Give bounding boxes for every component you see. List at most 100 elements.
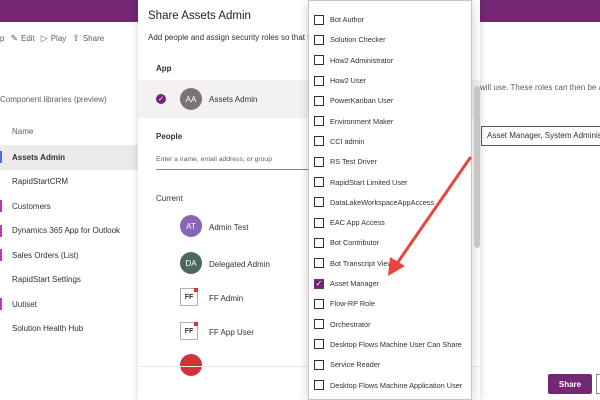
checkbox-icon[interactable] bbox=[314, 339, 324, 350]
play-icon: ▷ bbox=[40, 32, 48, 43]
app-color-bar bbox=[0, 151, 2, 163]
role-option[interactable]: Environment Maker bbox=[309, 111, 471, 131]
security-role-dropdown[interactable]: Bot Author Solution Checker How2 Administr… bbox=[308, 0, 472, 400]
checkbox-icon[interactable] bbox=[314, 14, 324, 25]
checkbox-icon[interactable] bbox=[314, 177, 324, 188]
person-name: FF Admin bbox=[209, 294, 244, 303]
role-option[interactable]: DataLakeWorkspaceAppAccess bbox=[309, 192, 471, 212]
role-option[interactable]: RS Test Driver bbox=[309, 152, 471, 172]
checkbox-icon[interactable] bbox=[314, 359, 324, 370]
role-option[interactable]: Bot Author bbox=[309, 10, 471, 30]
share-command-button[interactable]: ⇪ Share bbox=[72, 33, 104, 44]
role-option[interactable]: Flow-RP Role bbox=[309, 294, 471, 314]
checkbox-icon[interactable] bbox=[314, 34, 324, 45]
name-column-header[interactable]: Name bbox=[12, 127, 33, 136]
person-name: Delegated Admin bbox=[209, 260, 270, 269]
role-option[interactable]: Bot Transcript Viewer bbox=[309, 253, 471, 273]
people-search-input[interactable]: Enter a name, email address, or group bbox=[156, 152, 308, 170]
share-button[interactable]: Share bbox=[548, 374, 592, 394]
app-list-item[interactable]: RapidStartCRM bbox=[0, 170, 138, 195]
role-option-label: Orchestrator bbox=[330, 319, 371, 329]
scrollbar-thumb[interactable] bbox=[474, 86, 480, 248]
app-list-item[interactable]: Assets Admin bbox=[0, 145, 138, 170]
checkbox-icon[interactable] bbox=[314, 75, 324, 86]
app-color-bar bbox=[0, 200, 2, 212]
role-option-label: RapidStart Limited User bbox=[330, 177, 408, 187]
app-list-item-label: Assets Admin bbox=[12, 152, 66, 162]
checkbox-icon[interactable] bbox=[314, 319, 324, 330]
role-option-label: How2 User bbox=[330, 76, 367, 86]
role-option-label: Bot Transcript Viewer bbox=[330, 258, 400, 268]
role-option[interactable]: How2 User bbox=[309, 70, 471, 90]
person-avatar: DA bbox=[180, 252, 202, 274]
app-section-heading: App bbox=[156, 64, 172, 73]
panel-subtitle: Add people and assign security roles so … bbox=[148, 33, 319, 42]
edit-button[interactable]: ✎ Edit bbox=[10, 33, 34, 44]
role-option-label: Desktop Flows Machine User Can Share bbox=[330, 339, 462, 349]
checkbox-checked-icon[interactable]: ✓ bbox=[314, 278, 324, 289]
role-option-label: PowerKanban User bbox=[330, 96, 394, 106]
checkbox-icon[interactable] bbox=[314, 197, 324, 208]
checkbox-icon[interactable] bbox=[314, 217, 324, 228]
panel-title: Share Assets Admin bbox=[148, 10, 251, 22]
app-list-item-label: Uutiset bbox=[12, 299, 37, 309]
role-option[interactable]: How2 Administrator bbox=[309, 50, 471, 70]
breadcrumb[interactable]: Component libraries (preview) bbox=[0, 95, 107, 104]
app-user-icon: FF bbox=[180, 322, 198, 340]
app-color-bar bbox=[0, 323, 2, 335]
role-option-label: Service Reader bbox=[330, 360, 381, 370]
role-option-label: Flow-RP Role bbox=[330, 299, 375, 309]
checkbox-icon[interactable] bbox=[314, 116, 324, 127]
role-option[interactable]: EAC App Access bbox=[309, 213, 471, 233]
app-color-bar bbox=[0, 224, 2, 237]
app-list: Assets Admin RapidStartCRM Customers Dynami… bbox=[0, 145, 138, 341]
role-option[interactable]: Solution Checker bbox=[309, 30, 471, 50]
role-option-label: How2 Administrator bbox=[330, 55, 394, 65]
app-list-item[interactable]: Dynamics 365 App for Outlook bbox=[0, 219, 138, 244]
app-list-item-label: Customers bbox=[12, 201, 51, 211]
role-option[interactable]: RapidStart Limited User bbox=[309, 172, 471, 192]
role-option[interactable]: Desktop Flows Machine User Can Share bbox=[309, 334, 471, 354]
description-text: will use. These roles can then be assi bbox=[480, 83, 600, 92]
role-option[interactable]: ✓ Asset Manager bbox=[309, 273, 471, 293]
command-bar: p ✎ Edit ▷ Play ⇪ Share bbox=[0, 22, 140, 54]
app-color-bar bbox=[0, 176, 2, 188]
role-option[interactable]: PowerKanban User bbox=[309, 91, 471, 111]
app-user-icon: FF bbox=[180, 288, 198, 306]
checkbox-icon[interactable] bbox=[314, 380, 324, 391]
app-list-item-label: Dynamics 365 App for Outlook bbox=[12, 226, 121, 236]
checkbox-icon[interactable] bbox=[314, 156, 324, 167]
dropdown-scrollbar[interactable] bbox=[474, 0, 480, 400]
play-button[interactable]: ▷ Play bbox=[41, 33, 66, 44]
role-option-label: Desktop Flows Machine Application User bbox=[330, 380, 463, 390]
checkbox-icon[interactable] bbox=[314, 237, 324, 248]
checkbox-icon[interactable] bbox=[314, 55, 324, 66]
app-list-item[interactable]: Uutiset bbox=[0, 292, 138, 317]
role-option-label: Environment Maker bbox=[330, 116, 394, 126]
role-option[interactable]: Orchestrator bbox=[309, 314, 471, 334]
checkbox-icon[interactable] bbox=[314, 136, 324, 147]
share-icon: ⇪ bbox=[72, 32, 80, 43]
command-partial[interactable]: p bbox=[0, 34, 4, 43]
role-option-label: Asset Manager bbox=[330, 279, 380, 289]
role-option[interactable]: Help Page Author bbox=[309, 395, 471, 399]
app-list-item-label: RapidStartCRM bbox=[12, 177, 69, 187]
checkbox-icon[interactable] bbox=[314, 258, 324, 269]
app-color-bar bbox=[0, 274, 2, 286]
app-list-item[interactable]: Sales Orders (List) bbox=[0, 243, 138, 268]
person-avatar: AT bbox=[180, 215, 202, 237]
role-option-label: DataLakeWorkspaceAppAccess bbox=[330, 197, 435, 207]
app-list-item-label: Sales Orders (List) bbox=[12, 250, 79, 260]
app-list-item[interactable]: Customers bbox=[0, 194, 138, 219]
checkbox-icon[interactable] bbox=[314, 298, 324, 309]
app-list-item[interactable]: Solution Health Hub bbox=[0, 317, 138, 342]
role-option[interactable]: Bot Contributor bbox=[309, 233, 471, 253]
role-option[interactable]: Desktop Flows Machine Application User bbox=[309, 375, 471, 395]
role-option[interactable]: Service Reader bbox=[309, 355, 471, 375]
app-list-item-label: Solution Health Hub bbox=[12, 324, 84, 334]
checkbox-icon[interactable] bbox=[314, 95, 324, 106]
security-role-field[interactable]: Asset Manager, System Administrat bbox=[481, 126, 600, 146]
role-option[interactable]: CCI admin bbox=[309, 131, 471, 151]
app-list-item[interactable]: RapidStart Settings bbox=[0, 268, 138, 293]
cancel-button[interactable] bbox=[596, 374, 600, 394]
